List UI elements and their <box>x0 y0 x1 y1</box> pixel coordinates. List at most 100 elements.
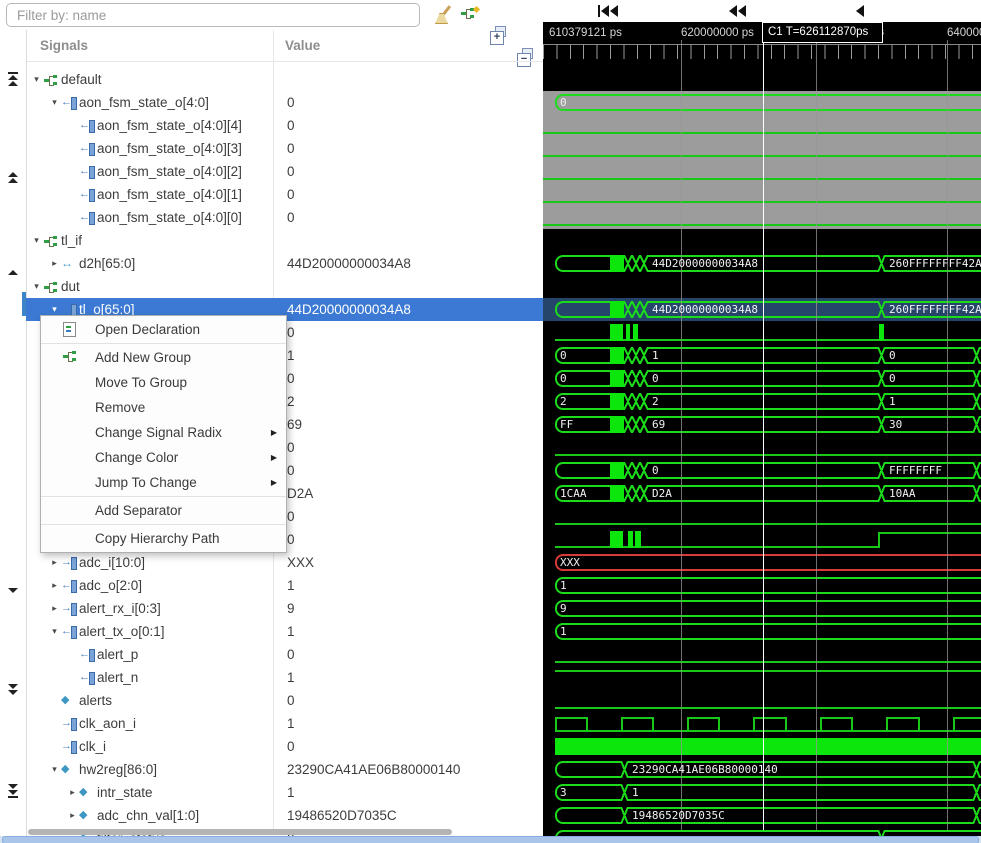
tree-row-bit1[interactable]: aon_fsm_state_o[4:0][1] 0 <box>26 183 596 206</box>
menu-separator <box>41 343 286 344</box>
cursor-time-box[interactable]: C1 T=626112870ps <box>762 22 883 43</box>
wave-row-ready <box>543 528 981 551</box>
output-port-icon <box>61 625 77 639</box>
tree-row-bit0[interactable]: aon_fsm_state_o[4:0][0] 0 <box>26 206 596 229</box>
signal-value: 0 <box>287 210 295 225</box>
tree-row-alert-rx-i[interactable]: alert_rx_i[0:3] 9 <box>26 597 565 620</box>
menu-item-add-separator[interactable]: Add Separator <box>41 498 286 523</box>
filter-input[interactable] <box>6 3 420 27</box>
menu-item-remove[interactable]: Remove <box>41 395 286 420</box>
wave-row-adc-chn-val: 19486520D7035C <box>543 804 981 827</box>
waveform-canvas[interactable]: 610379121 ps 620000000 ps s 640000 C1 T=… <box>543 0 981 836</box>
wave-row-clk-i <box>543 735 981 758</box>
tree-row-d2h[interactable]: d2h[65:0] 44D20000000034A8 <box>26 252 565 275</box>
signal-label: adc_i[10:0] <box>79 555 145 570</box>
expander-icon[interactable] <box>30 281 43 292</box>
add-group-icon[interactable] <box>461 7 483 29</box>
tree-horizontal-scrollbar[interactable] <box>28 829 452 835</box>
fast-backward-icon[interactable] <box>729 5 746 17</box>
wave-value-label: XXX <box>560 556 580 569</box>
tree-row-dut[interactable]: dut <box>26 275 547 298</box>
menu-item-open-declaration[interactable]: Open Declaration <box>41 317 286 342</box>
tree-row-aon-fsm-state[interactable]: aon_fsm_state_o[4:0] 0 <box>26 91 565 114</box>
tree-row-bit3[interactable]: aon_fsm_state_o[4:0][3] 0 <box>26 137 596 160</box>
expander-icon[interactable] <box>48 603 61 614</box>
time-tick-label: 640000 <box>947 27 981 39</box>
expander-icon[interactable] <box>30 74 43 85</box>
broom-head <box>435 13 448 24</box>
signal-value: 0 <box>287 187 295 202</box>
signal-value: 2 <box>287 394 295 409</box>
expander-icon[interactable] <box>48 764 61 775</box>
jump-to-bottom-icon[interactable] <box>0 784 26 798</box>
tree-row-tl-if[interactable]: tl_if <box>26 229 547 252</box>
timeline-ticks <box>543 44 981 59</box>
tree-row-adc-chn-val[interactable]: adc_chn_val[1:0] 19486520D7035C <box>26 804 583 827</box>
expander-icon[interactable] <box>48 580 61 591</box>
menu-item-add-new-group[interactable]: Add New Group <box>41 345 286 370</box>
page-up-icon[interactable] <box>0 172 26 183</box>
expander-icon[interactable] <box>48 258 61 269</box>
wave-row-bus-opcode: 0 1 0 <box>543 344 981 367</box>
tree-row-alert-p[interactable]: alert_p 0 <box>26 643 596 666</box>
wave-row-bus-size: 2 2 1 <box>543 390 981 413</box>
tree-row-clk-aon-i[interactable]: clk_aon_i 1 <box>26 712 578 735</box>
wave-value-label: 1 <box>560 579 567 592</box>
tree-row-alert-n[interactable]: alert_n 1 <box>26 666 596 689</box>
expander-icon[interactable] <box>48 97 61 108</box>
menu-item-jump-to-change[interactable]: Jump To Change <box>41 470 286 495</box>
wave-value-label: FF <box>560 418 573 431</box>
tree-row-alert-tx-o[interactable]: alert_tx_o[0:1] 1 <box>26 620 565 643</box>
wave-row-adc-o: 1 <box>543 574 981 597</box>
declaration-icon <box>63 322 76 337</box>
scroll-down-icon[interactable] <box>0 588 26 593</box>
menu-item-change-signal-radix[interactable]: Change Signal Radix <box>41 420 286 445</box>
tree-row-clk-i[interactable]: clk_i 0 <box>26 735 578 758</box>
waveform-toolbar <box>543 0 981 22</box>
signal-label: dut <box>61 279 80 294</box>
tree-row-hw2reg[interactable]: hw2reg[86:0] 23290CA41AE06B80000140 <box>26 758 565 781</box>
tree-row-default[interactable]: default <box>26 68 547 91</box>
page-down-icon[interactable] <box>0 684 26 695</box>
menu-item-move-to-group[interactable]: Move To Group <box>41 370 286 395</box>
wave-value-label: FFFFFFFF <box>889 464 942 477</box>
wave-value-label: 0 <box>652 464 659 477</box>
output-port-icon <box>79 671 95 685</box>
signal-label: adc_o[2:0] <box>79 578 142 593</box>
menu-item-change-color[interactable]: Change Color <box>41 445 286 470</box>
expander-icon[interactable] <box>66 787 79 798</box>
wave-row-bus-data: 1CAA D2A 10AA <box>543 482 981 505</box>
tree-row-adc-i[interactable]: adc_i[10:0] XXX <box>26 551 565 574</box>
jump-to-top-icon[interactable] <box>0 72 26 86</box>
tree-row-intr-state[interactable]: intr_state 1 <box>26 781 583 804</box>
signal-value: 1 <box>287 785 295 800</box>
expander-icon[interactable] <box>48 626 61 637</box>
signal-value: 23290CA41AE06B80000140 <box>287 762 460 777</box>
group-icon <box>43 73 59 87</box>
expander-icon[interactable] <box>30 235 43 246</box>
variable-diamond-icon <box>61 694 77 708</box>
expander-icon[interactable] <box>66 810 79 821</box>
wave-row-bit2 <box>543 160 981 183</box>
time-tick-label: 610379121 ps <box>549 27 622 39</box>
tree-row-alerts[interactable]: alerts 0 <box>26 689 578 712</box>
output-port-icon <box>79 648 95 662</box>
expander-icon[interactable] <box>48 557 61 568</box>
expand-all-icon[interactable] <box>489 25 511 47</box>
wave-value-label: 1 <box>560 625 567 638</box>
bottom-scrollbar-thumb[interactable] <box>2 836 979 843</box>
signal-label: clk_i <box>79 739 106 754</box>
scroll-up-icon[interactable] <box>0 270 26 275</box>
expander-icon[interactable] <box>48 304 61 315</box>
menu-item-copy-hierarchy-path[interactable]: Copy Hierarchy Path <box>41 526 286 551</box>
clear-filter-icon[interactable] <box>433 4 455 26</box>
tree-row-adc-o[interactable]: adc_o[2:0] 1 <box>26 574 565 597</box>
tree-row-bit2[interactable]: aon_fsm_state_o[4:0][2] 0 <box>26 160 596 183</box>
input-port-icon <box>61 602 77 616</box>
signal-label: aon_fsm_state_o[4:0] <box>79 95 209 110</box>
collapse-all-icon[interactable] <box>516 47 538 69</box>
tree-row-bit4[interactable]: aon_fsm_state_o[4:0][4] 0 <box>26 114 596 137</box>
skip-to-start-icon[interactable] <box>598 5 618 17</box>
signal-value: 1 <box>287 348 295 363</box>
step-backward-icon[interactable] <box>856 5 864 17</box>
